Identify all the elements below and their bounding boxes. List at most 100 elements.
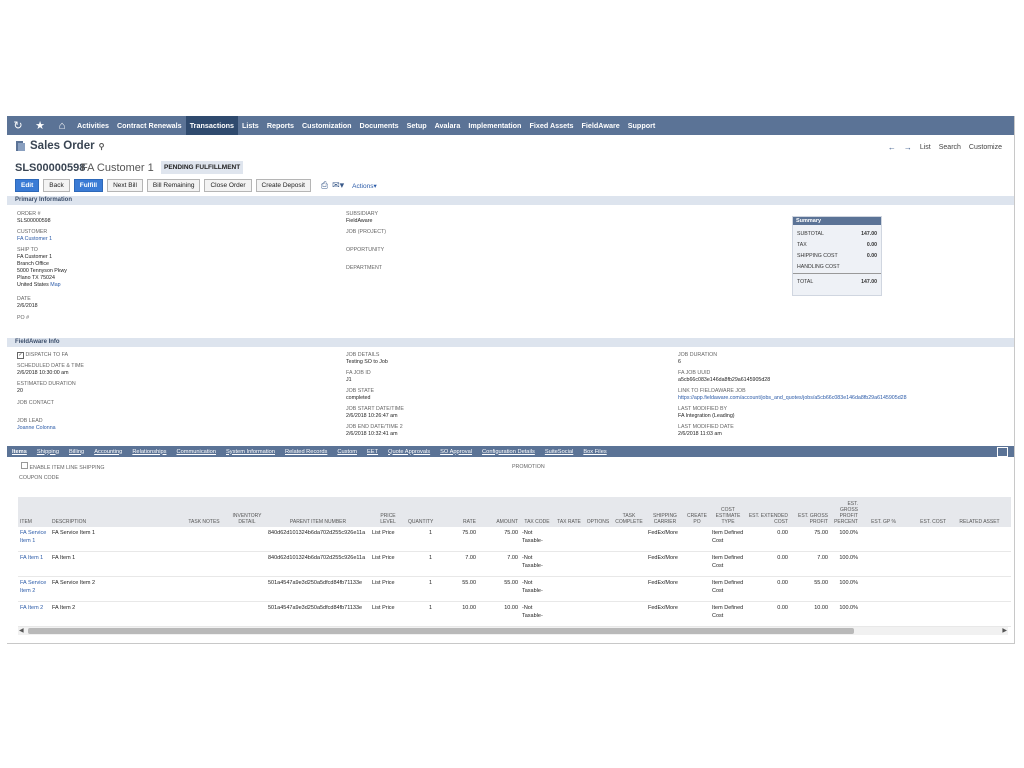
table-cell: 840d62d101324b6da702d255c926e11a <box>266 527 370 552</box>
previous-record-icon[interactable]: ← <box>888 143 896 152</box>
column-header[interactable]: EST. COST <box>898 497 948 527</box>
create-deposit-button[interactable]: Create Deposit <box>255 179 311 192</box>
nav-item-support[interactable]: Support <box>624 116 660 135</box>
subtab-billing[interactable]: Billing <box>64 449 89 455</box>
table-row[interactable]: FA Item 1 FA Item 1 840d62d101324b6da702d2… <box>18 551 1011 577</box>
app-frame: ↻ ★ ⌂ Activities Contract Renewals Transac… <box>7 116 1015 644</box>
subtab-relationships[interactable]: Relationships <box>127 449 171 455</box>
nav-item-lists[interactable]: Lists <box>238 116 263 135</box>
fieldaware-info-header[interactable]: FieldAware Info <box>7 338 1014 347</box>
email-icon[interactable]: ✉▾ <box>332 180 344 191</box>
home-icon[interactable]: ⌂ <box>51 116 73 135</box>
table-row[interactable]: FA Service Item 2 FA Service Item 2 501a45… <box>18 576 1011 602</box>
subtab-related-records[interactable]: Related Records <box>280 449 332 455</box>
column-header[interactable]: COST ESTIMATE TYPE <box>710 497 746 527</box>
nav-item-fixed-assets[interactable]: Fixed Assets <box>525 116 577 135</box>
table-cell: 100.0% <box>830 601 860 627</box>
column-header[interactable]: TASK COMPLETE <box>612 497 646 527</box>
column-header[interactable]: QUANTITY <box>406 497 434 527</box>
nav-item-activities[interactable]: Activities <box>73 116 113 135</box>
subtab-eet[interactable]: EET <box>362 449 383 455</box>
subtab-shipping[interactable]: Shipping <box>32 449 64 455</box>
expand-icon[interactable] <box>997 447 1008 457</box>
primary-info-header[interactable]: Primary Information <box>7 196 1014 205</box>
map-link[interactable]: Map <box>50 282 60 288</box>
next-record-icon[interactable]: → <box>904 143 912 152</box>
column-header[interactable]: ITEM <box>18 497 50 527</box>
column-header[interactable]: TAX RATE <box>554 497 584 527</box>
enable-shipping-checkbox[interactable] <box>21 462 28 469</box>
subtab-suitesocial[interactable]: SuiteSocial <box>540 449 578 455</box>
customize-link[interactable]: Customize <box>969 144 1002 151</box>
subtab-items[interactable]: Items <box>7 449 32 455</box>
item-link[interactable]: FA Service Item 2 <box>18 576 50 602</box>
scrollbar-thumb[interactable] <box>28 628 854 634</box>
subtab-quote-approvals[interactable]: Quote Approvals <box>383 449 435 455</box>
bill-remaining-button[interactable]: Bill Remaining <box>146 179 201 192</box>
column-header[interactable]: AMOUNT <box>478 497 520 527</box>
column-header[interactable]: PRICE LEVEL <box>370 497 406 527</box>
column-header[interactable]: TASK NOTES <box>180 497 228 527</box>
job-lead-link[interactable]: Joanne Colonna <box>17 425 56 432</box>
column-header[interactable]: SHIPPING CARRIER <box>646 497 684 527</box>
summary-subtotal: SUBTOTAL 147.00 <box>797 231 877 237</box>
column-header[interactable]: CREATE PO <box>684 497 710 527</box>
subtab-so-approval[interactable]: SO Approval <box>435 449 477 455</box>
column-header[interactable]: RATE <box>434 497 478 527</box>
favorites-star-icon[interactable]: ★ <box>29 116 51 135</box>
column-header[interactable]: EST. EXTENDED COST <box>746 497 790 527</box>
promotion-field: PROMOTION <box>512 464 545 470</box>
subtab-communication[interactable]: Communication <box>171 449 221 455</box>
customer-link[interactable]: FA Customer 1 <box>17 236 52 243</box>
nav-item-contract-renewals[interactable]: Contract Renewals <box>113 116 186 135</box>
horizontal-scrollbar[interactable]: ◀ ▶ <box>18 627 1008 635</box>
nav-item-reports[interactable]: Reports <box>263 116 298 135</box>
table-row[interactable]: FA Service Item 1 FA Service Item 1 840d62… <box>18 527 1011 552</box>
column-header[interactable]: PARENT ITEM NUMBER <box>266 497 370 527</box>
edit-button[interactable]: Edit <box>15 179 40 192</box>
nav-item-transactions[interactable]: Transactions <box>185 116 239 135</box>
scroll-right-icon[interactable]: ▶ <box>1002 627 1007 634</box>
fulfill-button[interactable]: Fulfill <box>73 179 104 192</box>
table-cell <box>948 551 1011 577</box>
nav-item-avalara[interactable]: Avalara <box>431 116 465 135</box>
job-details-field: JOB DETAILS Testing SO to Job <box>346 352 388 365</box>
table-cell <box>684 576 710 602</box>
column-header[interactable]: DESCRIPTION <box>50 497 180 527</box>
fieldaware-job-link[interactable]: https://app.fieldaware.com/account/jobs_… <box>678 395 907 402</box>
dispatch-checkbox-icon[interactable]: ✓ <box>17 352 24 359</box>
search-icon[interactable]: ⚲ <box>99 142 105 151</box>
nav-item-documents[interactable]: Documents <box>356 116 403 135</box>
column-header[interactable]: RELATED ASSET <box>948 497 1011 527</box>
column-header[interactable]: EST. GROSS PROFIT PERCENT <box>830 497 860 527</box>
nav-item-fieldaware[interactable]: FieldAware <box>578 116 624 135</box>
actions-menu[interactable]: Actions▾ <box>352 182 377 190</box>
list-link[interactable]: List <box>920 144 931 151</box>
nav-item-setup[interactable]: Setup <box>403 116 431 135</box>
subtab-configuration-details[interactable]: Configuration Details <box>477 449 540 455</box>
subtab-accounting[interactable]: Accounting <box>89 449 127 455</box>
column-header[interactable]: OPTIONS <box>584 497 612 527</box>
nav-item-customization[interactable]: Customization <box>298 116 356 135</box>
next-bill-button[interactable]: Next Bill <box>107 179 143 192</box>
item-link[interactable]: FA Item 2 <box>18 601 50 627</box>
scroll-left-icon[interactable]: ◀ <box>19 627 24 634</box>
search-link[interactable]: Search <box>939 144 961 151</box>
column-header[interactable]: TAX CODE <box>520 497 554 527</box>
subtab-box-files[interactable]: Box Files <box>578 449 611 455</box>
table-row[interactable]: FA Item 2 FA Item 2 501a4547a9e3d250a5dfcd… <box>18 601 1011 627</box>
table-cell <box>860 527 898 552</box>
column-header[interactable]: EST. GP % <box>860 497 898 527</box>
item-link[interactable]: FA Service Item 1 <box>18 527 50 552</box>
item-link[interactable]: FA Item 1 <box>18 551 50 577</box>
print-icon[interactable]: ⎙ <box>321 180 328 191</box>
close-order-button[interactable]: Close Order <box>204 179 252 192</box>
back-button[interactable]: Back <box>43 179 70 192</box>
recent-records-icon[interactable]: ↻ <box>7 116 29 135</box>
column-header[interactable]: EST. GROSS PROFIT <box>790 497 830 527</box>
subtab-custom[interactable]: Custom <box>332 449 362 455</box>
column-header[interactable]: INVENTORY DETAIL <box>228 497 266 527</box>
table-cell: 10.00 <box>434 601 478 627</box>
subtab-system-information[interactable]: System Information <box>221 449 280 455</box>
nav-item-implementation[interactable]: Implementation <box>464 116 525 135</box>
